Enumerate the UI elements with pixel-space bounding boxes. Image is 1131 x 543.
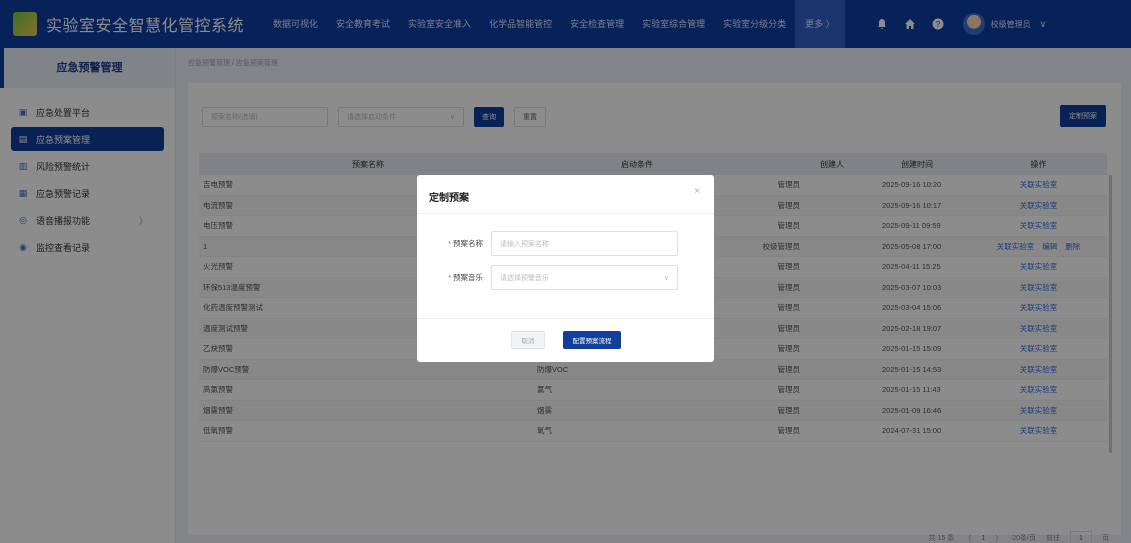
plan-name-row: * 预案名称 请输入预案名称: [417, 231, 678, 256]
plan-music-label: * 预案音乐: [417, 272, 483, 283]
configure-flow-button[interactable]: 配置预案流程: [563, 331, 621, 349]
plan-music-row: * 预案音乐 请选择预警音乐 ∨: [417, 265, 678, 290]
required-mark: *: [448, 273, 451, 282]
custom-plan-dialog: 定制预案 × * 预案名称 请输入预案名称 * 预案音乐 请选择预警音乐 ∨ 取消 …: [417, 175, 714, 362]
plan-name-label: * 预案名称: [417, 238, 483, 249]
chevron-down-icon: ∨: [663, 275, 669, 282]
plan-name-input[interactable]: 请输入预案名称: [491, 231, 678, 256]
dialog-footer-divider: [417, 318, 714, 319]
plan-name-label-text: 预案名称: [453, 239, 483, 248]
music-select-placeholder: 请选择预警音乐: [500, 274, 549, 282]
plan-music-select[interactable]: 请选择预警音乐 ∨: [491, 265, 678, 290]
dialog-title: 定制预案: [429, 193, 469, 204]
cancel-button[interactable]: 取消: [511, 331, 545, 349]
close-icon[interactable]: ×: [694, 186, 700, 197]
required-mark: *: [448, 239, 451, 248]
plan-music-label-text: 预案音乐: [453, 273, 483, 282]
dialog-divider: [417, 213, 714, 214]
